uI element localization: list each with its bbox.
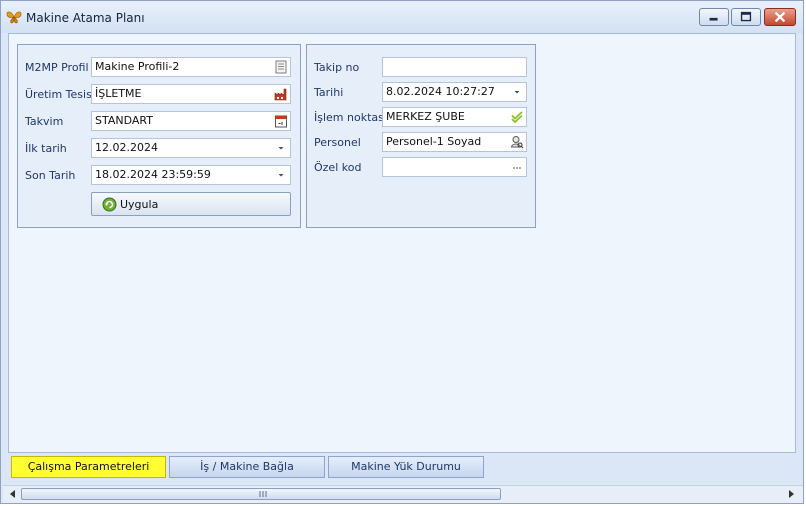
ellipsis-icon [513,167,521,169]
scroll-thumb[interactable] [21,488,501,500]
chevron-down-icon [278,174,284,177]
profile-value: Makine Profili-2 [95,60,180,73]
horizontal-scrollbar[interactable] [3,485,803,503]
start-date-dropdown[interactable] [274,141,288,155]
special-code-field[interactable] [382,157,527,177]
special-code-label: Özel kod [314,161,362,174]
calendar-icon [275,115,287,128]
calendar-lookup-button[interactable] [274,114,288,128]
minimize-icon [709,17,718,21]
end-date-label: Son Tarih [25,169,76,182]
person-lookup-icon [510,136,524,149]
profile-field[interactable]: Makine Profili-2 [91,57,291,77]
facility-field[interactable]: İŞLETME [91,84,291,104]
branch-field[interactable]: MERKEZ ŞUBE [382,107,527,127]
grip-icon [259,491,267,497]
minimize-button[interactable] [699,8,729,26]
staff-label: Personel [314,136,361,149]
chevron-down-icon [278,147,284,150]
end-date-value: 18.02.2024 23:59:59 [95,168,211,181]
content-area: M2MP Profil Makine Profili-2 Üretim Tesi… [8,33,796,453]
factory-icon [274,88,287,101]
staff-lookup-button[interactable] [510,135,524,149]
tracking-no-label: Takip no [314,61,360,74]
apply-button[interactable]: Uygula [91,192,291,216]
app-window: Makine Atama Planı M2MP Profil Makine Pr… [0,0,804,504]
branch-label: İşlem noktası [314,111,387,124]
date-label: Tarihi [314,86,344,99]
tracking-no-input[interactable] [382,57,527,77]
start-date-field[interactable]: 12.02.2024 [91,138,291,158]
profile-lookup-button[interactable] [274,60,288,74]
tab-bar: Çalışma Parametreleri İş / Makine Bağla … [8,453,796,479]
maximize-button[interactable] [731,8,761,26]
scroll-left-icon[interactable] [7,488,19,500]
window-title: Makine Atama Planı [26,11,145,25]
close-icon [774,11,786,23]
profile-label: M2MP Profil [25,61,89,74]
end-date-field[interactable]: 18.02.2024 23:59:59 [91,165,291,185]
date-dropdown[interactable] [510,85,524,99]
facility-label: Üretim Tesisi [25,88,95,101]
tab-work-parameters[interactable]: Çalışma Parametreleri [11,456,166,478]
maximize-icon [740,11,752,22]
tab-machine-load-status[interactable]: Makine Yük Durumu [328,456,484,478]
calendar-field[interactable]: STANDART [91,111,291,131]
facility-value: İŞLETME [95,87,142,100]
staff-field[interactable]: Personel-1 Soyad [382,132,527,152]
end-date-dropdown[interactable] [274,168,288,182]
date-value: 8.02.2024 10:27:27 [386,85,495,98]
list-icon [275,60,287,74]
chevron-down-icon [514,91,520,94]
calendar-value: STANDART [95,114,153,127]
document-info-panel: Takip no Tarihi 8.02.2024 10:27:27 İşlem… [306,44,536,228]
refresh-icon [102,197,117,212]
facility-lookup-button[interactable] [274,87,288,101]
apply-button-label: Uygula [120,198,159,211]
branch-select-button[interactable] [510,110,524,124]
tab-job-machine-link[interactable]: İş / Makine Bağla [169,456,325,478]
scroll-right-icon[interactable] [785,488,797,500]
branch-value: MERKEZ ŞUBE [386,110,465,123]
close-button[interactable] [764,8,796,26]
date-field[interactable]: 8.02.2024 10:27:27 [382,82,527,102]
start-date-label: İlk tarih [25,142,67,155]
butterfly-icon [6,11,22,24]
staff-value: Personel-1 Soyad [386,135,482,148]
work-parameters-panel: M2MP Profil Makine Profili-2 Üretim Tesi… [17,44,301,228]
title-bar[interactable]: Makine Atama Planı [1,1,803,33]
calendar-label: Takvim [25,115,64,128]
check-icon [511,111,523,124]
start-date-value: 12.02.2024 [95,141,158,154]
special-code-lookup-button[interactable] [510,160,524,174]
